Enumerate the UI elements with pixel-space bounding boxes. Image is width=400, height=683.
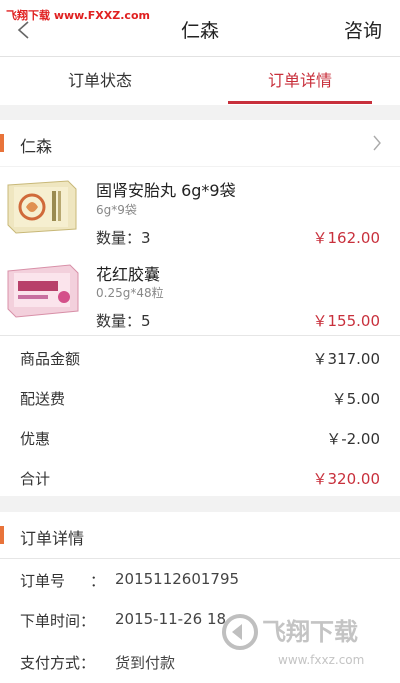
order-time-label: 下单时间： [20,612,96,630]
payment-method-label: 支付方式： [20,654,96,672]
chevron-right-icon [373,135,381,151]
discount-value: ￥-2.00 [326,430,380,448]
watermark-logo-url: www.fxxz.com [278,653,364,667]
product-quantity: 数量：3 [96,229,151,247]
product-spec: 6g*9袋 [96,203,137,217]
section-marker [0,526,4,544]
order-number-value: 2015112601795 [115,570,240,588]
store-name: 仁森 [20,137,53,156]
total-value: ￥320.00 [312,470,381,488]
product-name: 花红胶囊 [96,265,161,284]
product-price: ￥155.00 [312,312,381,330]
goods-amount-value: ￥317.00 [312,350,381,368]
consult-button[interactable]: 咨询 [344,16,382,43]
tab-order-details[interactable]: 订单详情 [200,57,400,105]
watermark-logo: 飞翔下载 www.fxxz.com [222,614,364,667]
total-label: 合计 [20,470,51,488]
store-row[interactable]: 仁森 [0,120,400,166]
payment-method-value: 货到付款 [115,654,176,672]
watermark-logo-text: 飞翔下载 [262,618,358,646]
product-image-gushen[interactable] [4,177,80,235]
product-name: 固肾安胎丸 6g*9袋 [96,181,236,200]
tab-bar: 订单状态 订单详情 [0,57,400,105]
discount-label: 优惠 [20,430,51,448]
order-number-label: 订单号 [20,572,66,590]
page-title: 仁森 [180,20,219,42]
section-title: 订单详情 [20,529,85,548]
product-spec: 0.25g*48粒 [96,286,164,300]
section-marker [0,134,4,152]
order-number-colon: ： [90,572,106,590]
product-image-huahong[interactable] [4,261,80,319]
goods-amount-label: 商品金额 [20,350,81,368]
price-summary: 商品金额 ￥317.00 配送费 ￥5.00 优惠 ￥-2.00 合计 ￥320… [0,336,400,496]
order-time-value: 2015-11-26 18 [115,610,227,628]
delivery-fee-label: 配送费 [20,390,66,408]
delivery-fee-value: ￥5.00 [331,390,380,408]
product-quantity: 数量：5 [96,312,151,330]
product-list: 固肾安胎丸 6g*9袋 6g*9袋 数量：3 ￥162.00 花红胶囊 0.25… [0,167,400,335]
tab-order-status[interactable]: 订单状态 [0,57,200,105]
app-header: 飞翔下载 www.FXXZ.com 仁森 咨询 [0,0,400,57]
active-tab-indicator [228,101,372,104]
divider [0,558,400,559]
product-price: ￥162.00 [312,229,381,247]
